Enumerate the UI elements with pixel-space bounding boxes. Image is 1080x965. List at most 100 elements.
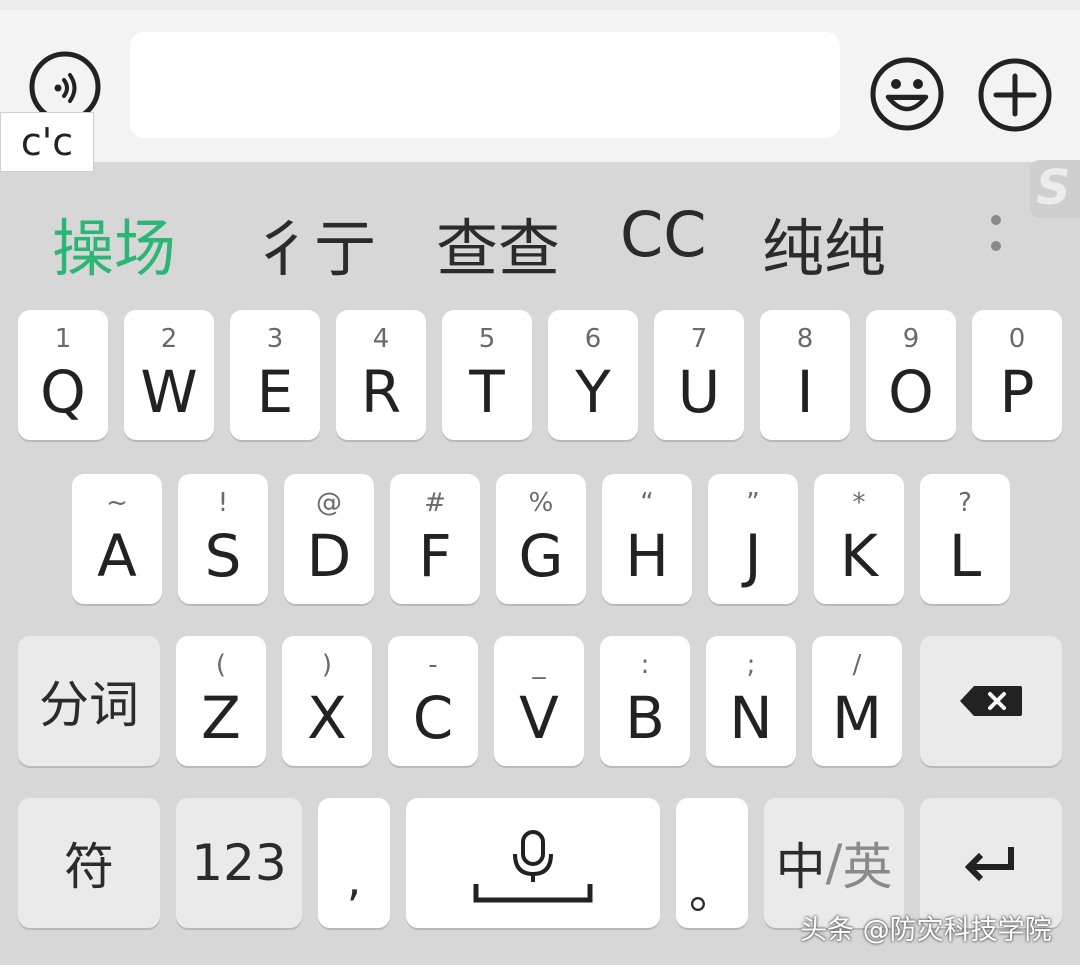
key-l[interactable]: ? L bbox=[920, 474, 1010, 604]
key-letter: A bbox=[97, 522, 137, 590]
candidate-5[interactable]: 纯纯 bbox=[762, 198, 886, 288]
key-hint: ! bbox=[217, 488, 229, 518]
key-letter: K bbox=[839, 522, 879, 590]
enter-icon bbox=[964, 847, 1014, 882]
key-w[interactable]: 2W bbox=[124, 310, 214, 440]
key-u[interactable]: 7U bbox=[654, 310, 744, 440]
key-letter: H bbox=[625, 522, 669, 590]
key-letter: B bbox=[625, 684, 665, 752]
key-letter: S bbox=[204, 522, 242, 590]
key-hint: 8 bbox=[796, 324, 814, 354]
watermark-text: 头条 @防灾科技学院 bbox=[800, 915, 1052, 946]
lang-separator: / bbox=[825, 834, 843, 892]
key-j[interactable]: ” J bbox=[708, 474, 798, 604]
split-word-key[interactable]: 分词 bbox=[18, 636, 160, 766]
key-letter: I bbox=[796, 358, 814, 426]
comma-label: , bbox=[346, 852, 362, 906]
period-label: 。 bbox=[689, 865, 735, 919]
space-key[interactable] bbox=[406, 798, 660, 928]
key-letter: C bbox=[412, 684, 454, 752]
candidate-3[interactable]: 查查 bbox=[436, 198, 560, 288]
key-hint: 0 bbox=[1008, 324, 1026, 354]
more-functions-button[interactable] bbox=[976, 56, 1054, 134]
key-y[interactable]: 6Y bbox=[548, 310, 638, 440]
key-hint: ) bbox=[321, 650, 333, 680]
key-hint: 9 bbox=[902, 324, 920, 354]
key-o[interactable]: 9O bbox=[866, 310, 956, 440]
key-hint: % bbox=[528, 488, 554, 518]
key-letter: W bbox=[140, 358, 198, 426]
key-letter: N bbox=[729, 684, 773, 752]
key-q[interactable]: 1Q bbox=[18, 310, 108, 440]
key-d[interactable]: @ D bbox=[284, 474, 374, 604]
key-hint: ~ bbox=[106, 488, 128, 518]
key-hint: - bbox=[428, 650, 438, 680]
key-letter: Q bbox=[40, 358, 86, 426]
key-g[interactable]: % G bbox=[496, 474, 586, 604]
candidate-2[interactable]: 彳亍 bbox=[252, 198, 376, 288]
plus-icon bbox=[978, 58, 1052, 132]
key-t[interactable]: 5T bbox=[442, 310, 532, 440]
key-n[interactable]: ; N bbox=[706, 636, 796, 766]
key-letter: E bbox=[256, 358, 294, 426]
key-hint: 4 bbox=[372, 324, 390, 354]
key-hint: # bbox=[424, 488, 446, 518]
candidate-1[interactable]: 操场 bbox=[52, 198, 176, 288]
key-hint: * bbox=[852, 488, 866, 518]
key-hint: 3 bbox=[266, 324, 284, 354]
key-s[interactable]: ! S bbox=[178, 474, 268, 604]
key-h[interactable]: “H bbox=[602, 474, 692, 604]
key-hint: ; bbox=[746, 650, 756, 680]
lang-cn-label: 中 bbox=[775, 838, 826, 896]
period-key[interactable]: 。 bbox=[676, 798, 748, 928]
key-z[interactable]: (Z bbox=[176, 636, 266, 766]
input-bar: c'c bbox=[0, 0, 1080, 172]
comma-key[interactable]: , bbox=[318, 798, 390, 928]
key-letter: D bbox=[306, 522, 352, 590]
key-a[interactable]: ~ A bbox=[72, 474, 162, 604]
microphone-icon bbox=[473, 830, 593, 903]
key-letter: L bbox=[948, 522, 982, 590]
key-hint: 6 bbox=[584, 324, 602, 354]
backspace-key[interactable] bbox=[920, 636, 1062, 766]
more-candidates-button[interactable] bbox=[978, 206, 1014, 266]
candidate-4[interactable]: CC bbox=[620, 198, 707, 271]
key-v[interactable]: _ V bbox=[494, 636, 584, 766]
key-i[interactable]: 8I bbox=[760, 310, 850, 440]
symbol-label: 符 bbox=[64, 838, 114, 896]
key-e[interactable]: 3E bbox=[230, 310, 320, 440]
candidate-bar: 操场 彳亍 查查 CC 纯纯 bbox=[0, 162, 1080, 302]
key-hint: “ bbox=[640, 488, 654, 518]
watermark-logo: S bbox=[1030, 160, 1080, 218]
key-hint: 2 bbox=[160, 324, 178, 354]
key-x[interactable]: ) X bbox=[282, 636, 372, 766]
lang-en-label: 英 bbox=[842, 838, 893, 896]
key-letter: T bbox=[469, 358, 505, 426]
key-letter: R bbox=[360, 358, 402, 426]
key-letter: O bbox=[888, 358, 934, 426]
key-hint: _ bbox=[532, 650, 546, 680]
key-c[interactable]: -C bbox=[388, 636, 478, 766]
number-label: 123 bbox=[191, 834, 287, 892]
message-input[interactable] bbox=[130, 32, 840, 138]
key-hint: ( bbox=[215, 650, 227, 680]
key-letter: J bbox=[744, 522, 762, 590]
key-b[interactable]: :B bbox=[600, 636, 690, 766]
key-hint: 1 bbox=[54, 324, 72, 354]
key-hint: : bbox=[640, 650, 650, 680]
number-key[interactable]: 123 bbox=[176, 798, 302, 928]
emoji-button[interactable] bbox=[868, 55, 946, 133]
more-vertical-icon bbox=[991, 215, 1001, 251]
backspace-icon bbox=[960, 686, 1022, 716]
key-m[interactable]: / M bbox=[812, 636, 902, 766]
symbol-key[interactable]: 符 bbox=[18, 798, 160, 928]
key-f[interactable]: # F bbox=[390, 474, 480, 604]
key-letter: X bbox=[307, 684, 347, 752]
key-r[interactable]: 4R bbox=[336, 310, 426, 440]
key-p[interactable]: 0P bbox=[972, 310, 1062, 440]
key-letter: Y bbox=[575, 358, 611, 426]
key-hint: / bbox=[852, 650, 862, 680]
key-k[interactable]: * K bbox=[814, 474, 904, 604]
key-hint: @ bbox=[316, 488, 342, 518]
key-hint: 7 bbox=[690, 324, 708, 354]
